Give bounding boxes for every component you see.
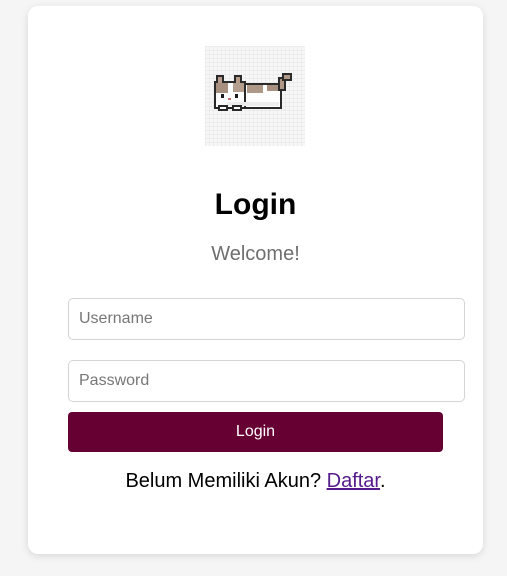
signup-prompt: Belum Memiliki Akun? Daftar.	[28, 470, 483, 493]
login-button[interactable]: Login	[68, 412, 443, 452]
logo-image	[205, 46, 305, 146]
username-input[interactable]	[68, 298, 465, 340]
signup-link[interactable]: Daftar	[327, 470, 380, 492]
password-input[interactable]	[68, 360, 465, 402]
welcome-text: Welcome!	[211, 243, 300, 265]
page-title: Login	[214, 188, 297, 221]
signup-suffix: .	[379, 470, 386, 492]
signup-prompt-text: Belum Memiliki Akun?	[125, 470, 327, 492]
login-card: Login Welcome! Login Belum Memiliki Akun…	[28, 6, 483, 554]
pixel-cat-icon	[214, 73, 292, 111]
